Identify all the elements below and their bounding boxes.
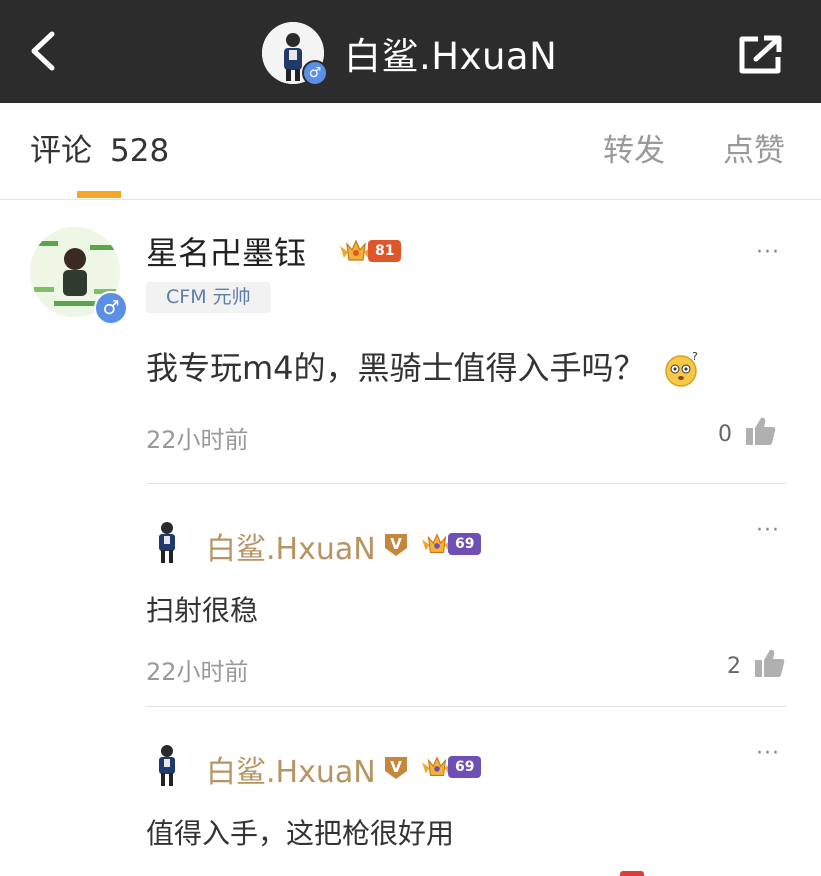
tab-comments-count: 528 <box>110 133 170 169</box>
top-bar: ♂ 白鲨.HxuaN <box>0 0 821 103</box>
header-avatar[interactable]: ♂ <box>262 22 328 86</box>
tab-comments[interactable]: 评论 528 <box>30 103 169 199</box>
like-count: 2 <box>727 654 741 679</box>
reply-author[interactable]: 白鲨.HxuaN <box>206 747 376 791</box>
comment-time: 22小时前 <box>146 426 249 454</box>
rank-badge: 69 <box>420 753 482 781</box>
reply-author[interactable]: 白鲨.HxuaN <box>206 524 376 568</box>
verified-v-icon: V <box>385 757 407 779</box>
commenter-name[interactable]: 星名卍墨钰 <box>146 228 306 274</box>
reply-item: 白鲨.HxuaN V 69 ··· 值得入手，这把枪很好用 <box>0 707 821 876</box>
more-options-icon[interactable]: ··· <box>756 242 786 264</box>
person-avatar-icon[interactable] <box>146 743 188 787</box>
comment-item: ♂ 星名卍墨钰 81 ··· CFM 元帅 我专玩m4的，黑骑士值得入手吗？ ?… <box>0 200 821 484</box>
thumbs-up-icon[interactable] <box>745 416 777 446</box>
more-options-icon[interactable]: ··· <box>756 743 786 765</box>
back-arrow-icon[interactable] <box>22 28 68 74</box>
person-avatar-icon[interactable] <box>146 520 188 564</box>
page-title: 白鲨.HxuaN <box>344 35 558 78</box>
tab-bar: 评论 528 转发 点赞 <box>0 103 821 200</box>
tab-comments-label: 评论 <box>30 133 92 169</box>
svg-text:?: ? <box>692 351 698 363</box>
more-options-icon[interactable]: ··· <box>756 520 786 542</box>
notification-indicator <box>620 871 644 876</box>
rank-tag[interactable]: CFM 元帅 <box>146 282 271 313</box>
share-external-icon[interactable] <box>738 35 784 75</box>
v-badge-letter: V <box>390 535 402 553</box>
tab-likes[interactable]: 点赞 <box>723 103 785 199</box>
active-tab-indicator <box>77 191 121 198</box>
thumbs-up-icon[interactable] <box>754 648 786 678</box>
header-user[interactable]: ♂ 白鲨.HxuaN <box>262 22 558 86</box>
tab-repost[interactable]: 转发 <box>603 103 665 199</box>
confused-face-emoji-icon: ? <box>664 350 698 387</box>
reply-text: 扫射很稳 <box>146 594 259 627</box>
rank-level: 69 <box>448 533 482 555</box>
like-count: 0 <box>718 422 732 447</box>
gender-male-icon: ♂ <box>302 60 328 86</box>
v-badge-letter: V <box>390 758 402 776</box>
rank-level: 69 <box>448 756 482 778</box>
verified-v-icon: V <box>385 534 407 556</box>
rank-level: 81 <box>368 240 402 262</box>
comment-text: 我专玩m4的，黑骑士值得入手吗？ ? <box>146 343 702 389</box>
gender-male-icon: ♂ <box>94 291 128 325</box>
reply-item: 白鲨.HxuaN V 69 ··· 扫射很稳 22小时前 2 <box>0 484 821 706</box>
reply-text: 值得入手，这把枪很好用 <box>146 817 455 850</box>
comment-text-content: 我专玩m4的，黑骑士值得入手吗？ <box>146 349 646 387</box>
rank-badge: 69 <box>420 530 482 558</box>
rank-badge: 81 <box>338 236 402 266</box>
reply-time: 22小时前 <box>146 658 249 686</box>
